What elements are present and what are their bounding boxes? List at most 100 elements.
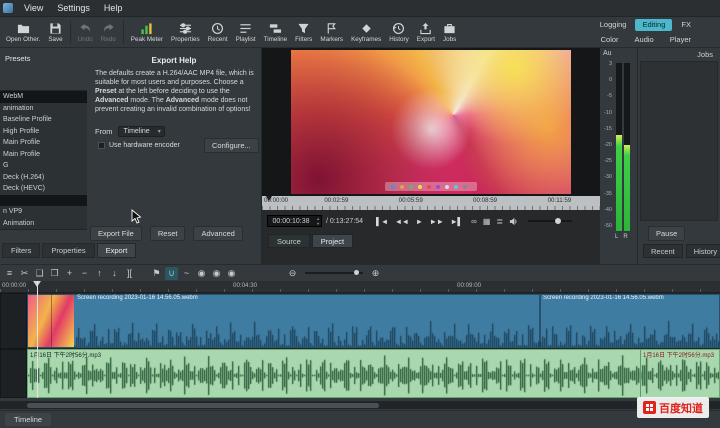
undo-button[interactable]: Undo	[74, 17, 97, 47]
layout-audio-button[interactable]: Audio	[628, 34, 661, 46]
preset-item[interactable]: Animation	[0, 218, 87, 230]
loop-icon[interactable]: ∞	[471, 217, 477, 226]
meter-scale-label: -30	[604, 174, 612, 180]
filters-button[interactable]: Filters	[291, 17, 316, 47]
save-button[interactable]: Save	[44, 17, 66, 47]
video-preview[interactable]	[291, 50, 571, 194]
menu-settings[interactable]: Settings	[50, 2, 97, 14]
preset-item[interactable]	[0, 195, 87, 207]
preset-item[interactable]: animation	[0, 103, 87, 115]
volume-slider[interactable]	[528, 220, 572, 222]
tab-properties[interactable]: Properties	[42, 243, 94, 258]
timeline-dock-tab[interactable]: Timeline	[5, 413, 51, 426]
audio-track-head[interactable]	[0, 349, 27, 398]
timeline-scrollbar-handle[interactable]	[27, 403, 379, 408]
history-button[interactable]: History	[385, 17, 413, 47]
quickly-fast-forward-button[interactable]: ►►	[430, 217, 444, 226]
redo-button[interactable]: Redo	[97, 17, 120, 47]
overwrite-icon[interactable]: ↓	[108, 267, 121, 280]
timeline-zoom-slider[interactable]	[305, 272, 363, 274]
mouse-cursor	[131, 209, 142, 224]
volume-slider-knob[interactable]	[555, 218, 561, 224]
layout-fx-button[interactable]: FX	[674, 19, 698, 31]
tab-export[interactable]: Export	[97, 243, 137, 258]
ripple-delete-icon[interactable]: −	[78, 267, 91, 280]
zoom-slider-knob[interactable]	[354, 270, 359, 275]
layout-player-button[interactable]: Player	[663, 34, 698, 46]
playlist-button[interactable]: Playlist	[232, 17, 260, 47]
current-time-field[interactable]: 00:00:10:38 ▲▼	[267, 215, 322, 227]
split-icon[interactable]: ][	[123, 267, 136, 280]
jobs-button[interactable]: Jobs	[439, 17, 460, 47]
properties-button[interactable]: Properties	[167, 17, 204, 47]
menu-view[interactable]: View	[17, 2, 50, 14]
cut-icon[interactable]: ✂	[18, 267, 31, 280]
quickly-rewind-button[interactable]: ◄◄	[395, 217, 409, 226]
copy-icon[interactable]: ❏	[33, 267, 46, 280]
tab-recent[interactable]: Recent	[643, 244, 683, 258]
layout-editing-button[interactable]: Editing	[635, 19, 672, 31]
ripple-markers-icon[interactable]: ◉	[225, 267, 238, 280]
paste-icon[interactable]: ❐	[48, 267, 61, 280]
skip-to-start-button[interactable]: ▌◄	[376, 217, 388, 226]
snap-icon[interactable]: ∪	[165, 267, 178, 280]
tab-filters[interactable]: Filters	[2, 243, 40, 258]
tab-source[interactable]: Source	[268, 234, 310, 248]
player-time-ruler[interactable]: 00:00:00 00:02:5900:05:5900:08:5900:11:5…	[262, 196, 600, 210]
preset-item[interactable]: WebM	[0, 91, 87, 103]
reset-button[interactable]: Reset	[150, 226, 186, 241]
layout-logging-button[interactable]: Logging	[593, 19, 634, 31]
skip-to-end-button[interactable]: ►▌	[450, 217, 462, 226]
configure-button[interactable]: Configure...	[204, 138, 259, 153]
advanced-button[interactable]: Advanced	[193, 226, 242, 241]
player-playhead[interactable]	[266, 196, 272, 201]
marker-icon[interactable]: ⚑	[150, 267, 163, 280]
time-spinner-arrows[interactable]: ▲▼	[316, 217, 320, 227]
play-button[interactable]: ►	[416, 217, 423, 226]
export-file-button[interactable]: Export File	[90, 226, 142, 241]
tab-history[interactable]: History	[686, 244, 720, 258]
zoom-out-icon[interactable]: ⊖	[286, 267, 299, 280]
hardware-encoder-checkbox[interactable]	[98, 142, 105, 149]
timeline-scrollbar[interactable]	[0, 401, 720, 409]
keyframes-button[interactable]: Keyframes	[347, 17, 385, 47]
grid-icon[interactable]: ▦	[483, 217, 491, 226]
timeline-menu-icon[interactable]: ≡	[3, 267, 16, 280]
from-combobox[interactable]: Timeline▾	[118, 126, 165, 137]
volume-icon[interactable]	[509, 217, 518, 226]
preset-item[interactable]: Baseline Profile	[0, 114, 87, 126]
ripple-all-tracks-icon[interactable]: ◉	[210, 267, 223, 280]
peak-meter-button[interactable]: Peak Meter	[127, 17, 167, 47]
video-track-head[interactable]	[0, 293, 27, 349]
timeline-button[interactable]: Timeline	[260, 17, 292, 47]
lift-icon[interactable]: ↑	[93, 267, 106, 280]
timeline-ruler[interactable]: 00:00:0000:04:3000:09:00	[0, 281, 720, 293]
options-icon[interactable]: ≣	[496, 217, 503, 226]
pause-button[interactable]: Pause	[648, 226, 685, 241]
preset-item[interactable]: G	[0, 160, 87, 172]
preset-item[interactable]: High Profile	[0, 126, 87, 138]
scrub-icon[interactable]: ~	[180, 267, 193, 280]
tab-project[interactable]: Project	[312, 234, 353, 248]
jobs-list[interactable]	[640, 61, 718, 221]
preset-item[interactable]: Main Profile	[0, 149, 87, 161]
preset-item[interactable]: Deck (H.264)	[0, 172, 87, 184]
menu-help[interactable]: Help	[97, 2, 130, 14]
zoom-in-icon[interactable]: ⊕	[369, 267, 382, 280]
open-other-button[interactable]: Open Other.	[2, 17, 44, 47]
export-button[interactable]: Export	[413, 17, 439, 47]
timeline-playhead[interactable]	[37, 281, 38, 398]
markers-button[interactable]: Markers	[316, 17, 347, 47]
watermark: 百度知道	[637, 397, 709, 418]
append-icon[interactable]: +	[63, 267, 76, 280]
recent-button[interactable]: Recent	[204, 17, 232, 47]
hardware-encoder-row: Use hardware encoder	[98, 142, 180, 149]
preset-item[interactable]: Main Profile	[0, 137, 87, 149]
preset-item[interactable]: n VP9	[0, 206, 87, 218]
keyframes-icon	[360, 22, 373, 35]
video-clip-label: Screen recording 2023-01-16 14.56.05.web…	[77, 295, 198, 301]
help-text-segment: Advanced	[166, 97, 199, 104]
ripple-icon[interactable]: ◉	[195, 267, 208, 280]
layout-color-button[interactable]: Color	[594, 34, 626, 46]
preset-item[interactable]: Deck (HEVC)	[0, 183, 87, 195]
